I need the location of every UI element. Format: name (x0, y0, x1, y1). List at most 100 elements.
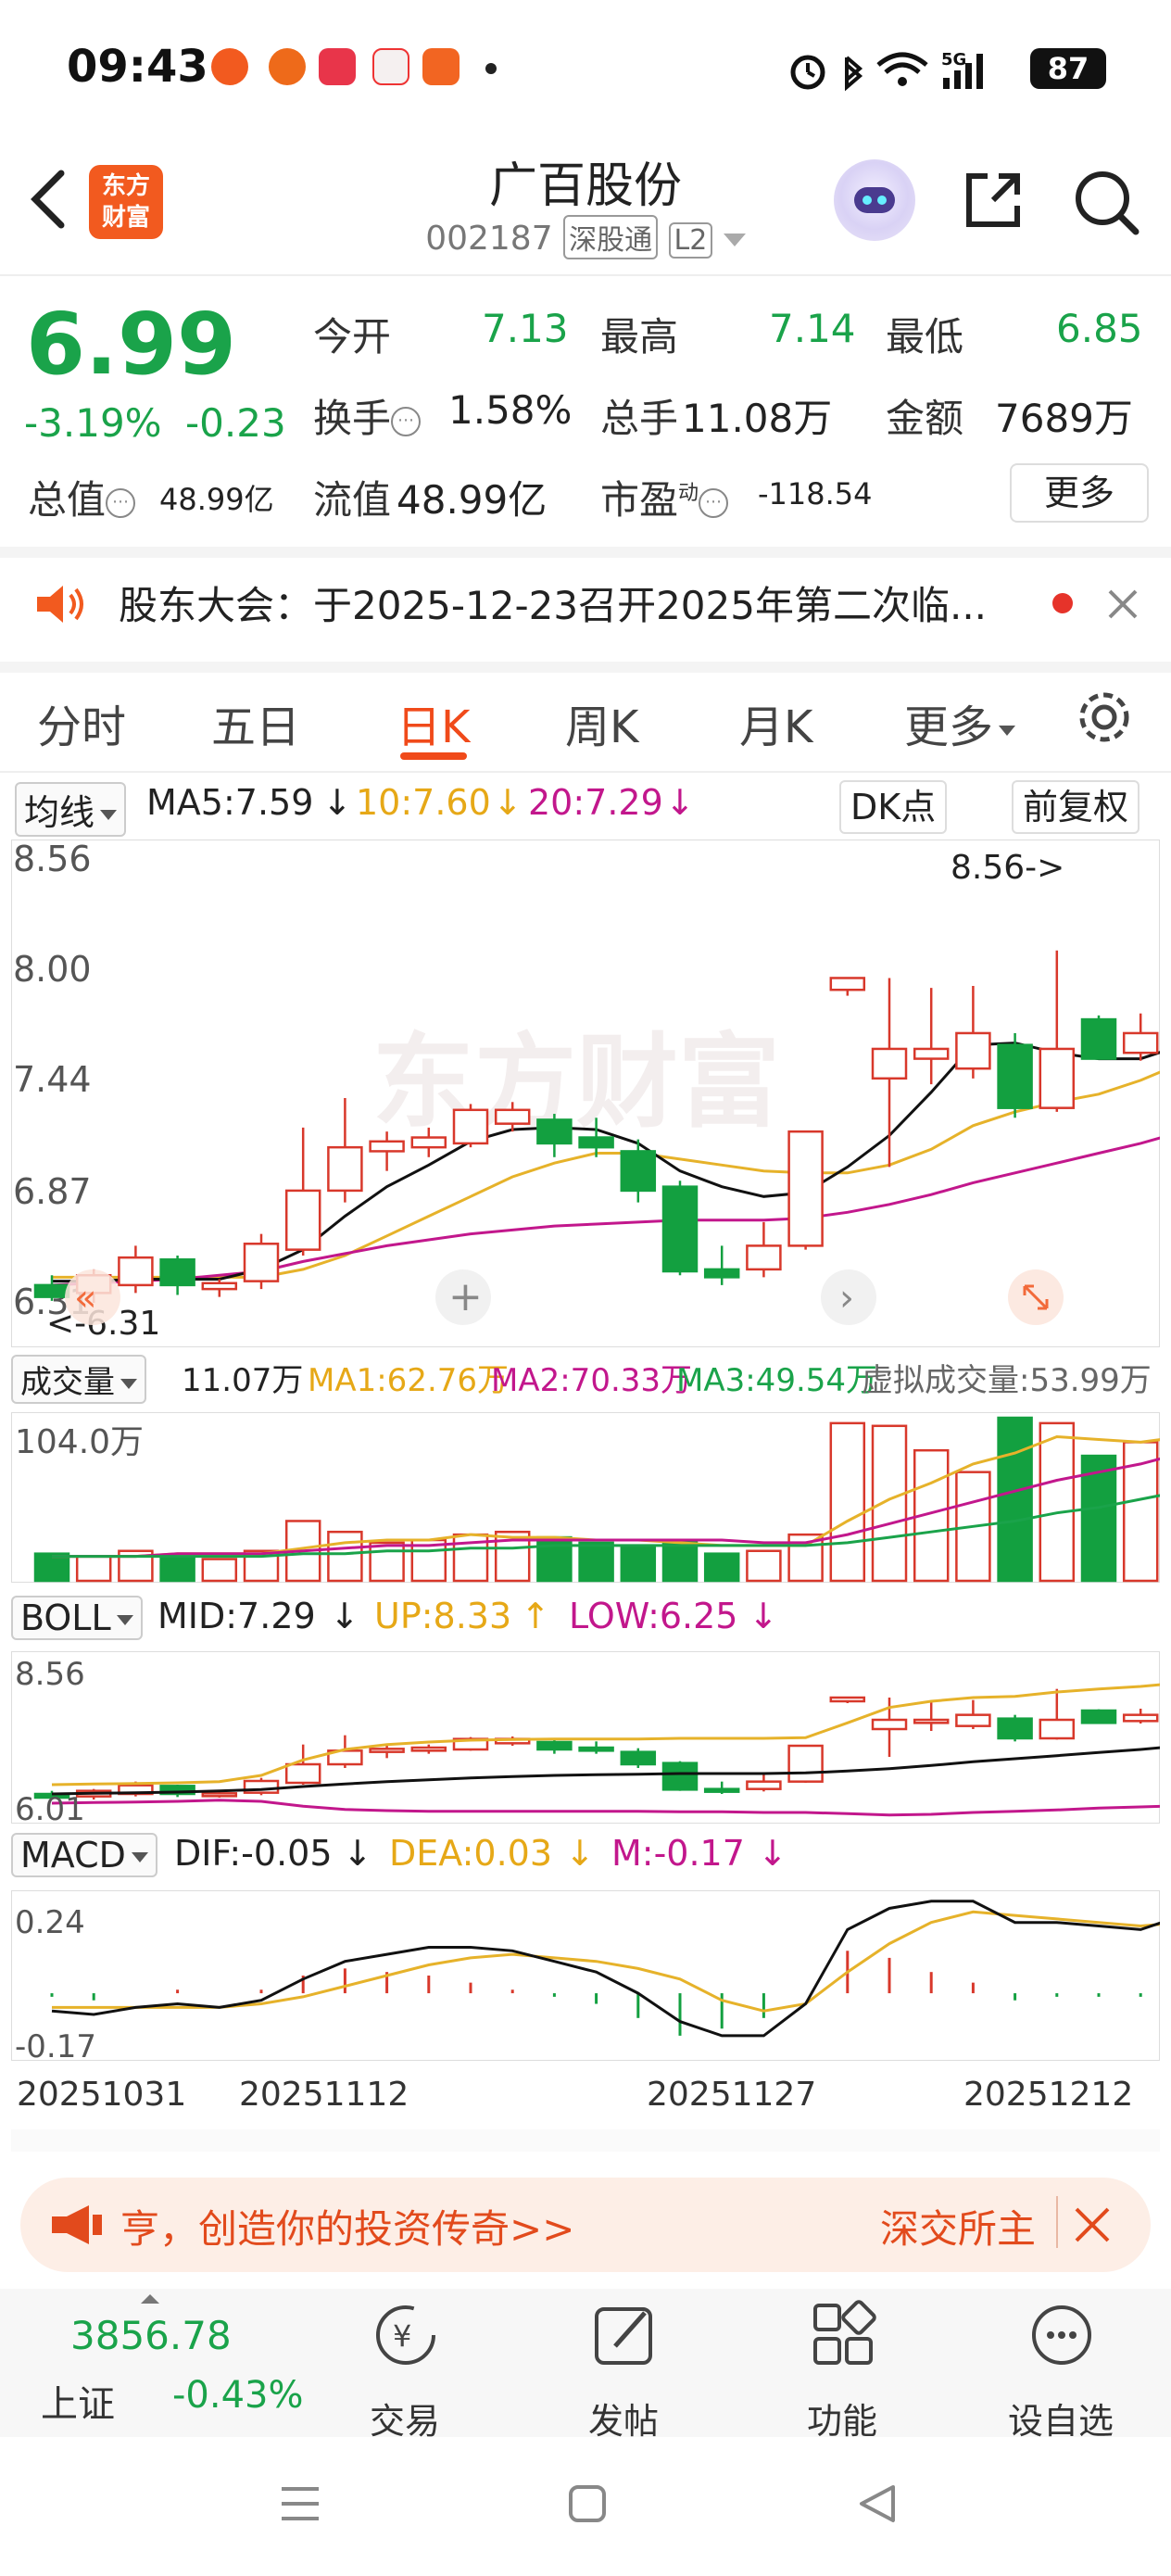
info-icon[interactable]: ⋯ (699, 487, 729, 518)
ma-selector[interactable]: 均线 (15, 782, 127, 837)
info-icon[interactable]: ⋯ (106, 487, 136, 518)
dropdown-icon (999, 725, 1016, 736)
search-icon[interactable] (1071, 167, 1141, 237)
menu-icon[interactable] (278, 2483, 322, 2524)
expand-up-icon (141, 2294, 159, 2304)
boll-chart[interactable]: 8.56 6.01 (11, 1651, 1160, 1824)
boll-up-arrow: ↑ (521, 1596, 550, 1636)
candle-body (1122, 1031, 1159, 1054)
nav-trade[interactable]: 交易 (335, 2393, 474, 2443)
candle-body (787, 1130, 824, 1247)
unread-dot (1052, 593, 1073, 613)
change-amount: -0.23 (185, 400, 286, 446)
tab-five-day[interactable]: 五日 (211, 690, 300, 755)
candle-body (913, 1047, 950, 1060)
nav-post[interactable]: 发帖 (554, 2393, 693, 2443)
candle (661, 1761, 699, 1791)
boll-mid-arrow: ↓ (330, 1596, 359, 1636)
turnover-label: 换手 ⋯ (313, 387, 422, 444)
volume-bar (997, 1416, 1033, 1583)
speaker-icon (37, 586, 83, 623)
candle-body (578, 1746, 614, 1752)
trade-icon[interactable]: ¥ (369, 2298, 443, 2372)
divider (0, 771, 1171, 773)
add-watchlist-icon[interactable] (1025, 2298, 1099, 2372)
macd-selector[interactable]: MACD (11, 1833, 157, 1877)
candle-body (201, 1792, 238, 1798)
ma20-arrow: ↓ (665, 782, 695, 823)
high-label: 最高 (600, 314, 679, 360)
function-icon[interactable] (806, 2298, 880, 2372)
boll-selector[interactable]: BOLL (11, 1596, 143, 1640)
candle-body (494, 1108, 531, 1125)
tab-more[interactable]: 更多 (904, 690, 1016, 755)
volume-value: 11.07万 (182, 1362, 304, 1399)
open-value: 7.13 (482, 306, 569, 351)
nav-watchlist[interactable]: 设自选 (991, 2393, 1130, 2443)
index-percent: -0.43% (172, 2374, 304, 2417)
candle-body (578, 1136, 614, 1149)
volume-chart[interactable]: 104.0万 (11, 1412, 1160, 1583)
close-icon[interactable] (1104, 586, 1141, 623)
ai-assistant-icon[interactable] (834, 159, 915, 241)
kline-y-label: 8.00 (13, 949, 92, 990)
macd-dea-value: DEA:0.03 (389, 1833, 553, 1874)
nav-function[interactable]: 功能 (773, 2393, 912, 2443)
macd-dif-value: DIF:-0.05 (174, 1833, 333, 1874)
volume-bar (871, 1424, 908, 1583)
svg-text:¥: ¥ (393, 2318, 411, 2354)
volume-bar (578, 1541, 614, 1583)
candle-body (1080, 1709, 1117, 1724)
tab-weekly-k[interactable]: 周K (565, 690, 638, 755)
volume-bar (159, 1555, 195, 1583)
macd-y-top: 0.24 (15, 1904, 85, 1941)
settings-gear-icon[interactable] (1075, 688, 1134, 747)
kline-y-label: 7.44 (13, 1059, 92, 1100)
close-icon[interactable] (1073, 2205, 1112, 2244)
volume-selector[interactable]: 成交量 (11, 1355, 146, 1404)
candle (997, 1714, 1033, 1742)
tab-intraday[interactable]: 分时 (37, 690, 126, 755)
low-value: 6.85 (1056, 306, 1143, 351)
notice-text[interactable]: 股东大会：于2025-12-23召开2025年第二次临... (119, 575, 987, 631)
candle-body (452, 1108, 489, 1145)
macd-dif-arrow: ↓ (343, 1833, 372, 1874)
more-button[interactable]: 更多 (1010, 463, 1149, 523)
boll-up-value: UP:8.33 (374, 1596, 512, 1636)
info-icon[interactable]: ⋯ (391, 406, 422, 436)
adjust-button[interactable]: 前复权 (1012, 780, 1140, 834)
date-label: 20251127 (647, 2076, 817, 2114)
status-bar: 09:43 5G 87 (0, 0, 1171, 139)
wifi-icon (876, 52, 928, 86)
tab-daily-k[interactable]: 日K (397, 690, 470, 755)
candle-body (913, 1718, 950, 1724)
candle-body (201, 1282, 238, 1291)
boll-y-bottom: 6.01 (15, 1791, 85, 1824)
back-nav-icon[interactable] (856, 2483, 897, 2524)
connect-tag: 深股通 (563, 215, 659, 259)
mktcap-label: 总值 ⋯ (28, 469, 136, 525)
post-icon[interactable] (587, 2298, 661, 2372)
share-icon[interactable] (960, 167, 1026, 234)
candle (1080, 1015, 1117, 1060)
candle (243, 1777, 280, 1796)
candle-body (955, 1713, 991, 1727)
tab-monthly-k[interactable]: 月K (739, 690, 812, 755)
promo-source: 深交所主 (880, 2206, 1037, 2252)
candle-body (955, 1031, 991, 1070)
index-value[interactable]: 3856.78 (70, 2313, 232, 2358)
dk-button[interactable]: DK点 (839, 780, 948, 834)
divider (1056, 2196, 1058, 2248)
promo-text[interactable]: 亨，创造你的投资传奇>> (120, 2198, 574, 2254)
ma10-arrow: ↓ (493, 782, 523, 823)
home-icon[interactable] (567, 2483, 608, 2524)
vol-ma1-value: MA1:62.76万 (308, 1362, 510, 1399)
volume-y-label: 104.0万 (15, 1423, 144, 1461)
mktcap-value: 48.99亿 (159, 482, 274, 517)
vol-ma2-value: MA2:70.33万 (491, 1362, 693, 1399)
macd-chart[interactable]: 0.24 -0.17 (11, 1890, 1160, 2061)
macd-y-bottom: -0.17 (15, 2028, 96, 2061)
index-name: 上证 (41, 2383, 115, 2426)
candle-body (829, 1696, 866, 1703)
kline-chart[interactable]: 东方财富 8.568.007.446.876.31 SB 8.56-> <-6.… (11, 840, 1160, 1347)
